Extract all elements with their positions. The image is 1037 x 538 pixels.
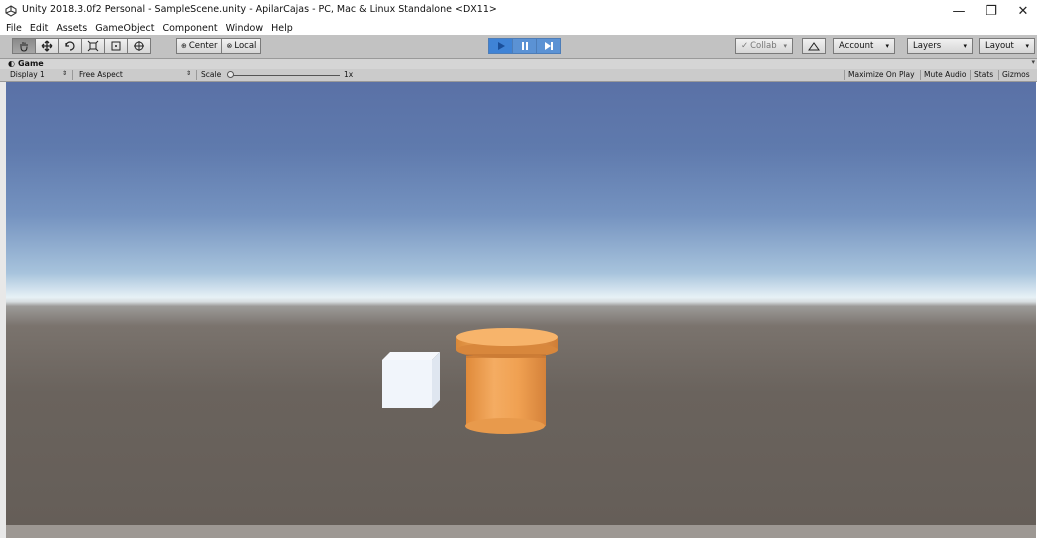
- scale-slider-handle[interactable]: [227, 71, 234, 78]
- collab-icon: ✓: [741, 41, 749, 51]
- scale-icon: [87, 40, 99, 52]
- mute-audio-toggle[interactable]: Mute Audio: [920, 70, 969, 80]
- layout-label: Layout: [985, 41, 1014, 51]
- chevron-down-icon: ▾: [1025, 42, 1029, 50]
- transform-tool-button[interactable]: [127, 38, 151, 54]
- menu-bar: File Edit Assets GameObject Component Wi…: [0, 22, 1037, 35]
- chevron-down-icon: ▾: [885, 42, 889, 50]
- layout-dropdown[interactable]: Layout ▾: [979, 38, 1035, 54]
- menu-file[interactable]: File: [6, 23, 22, 34]
- display-dropdown[interactable]: Display 1: [10, 70, 45, 79]
- gizmos-toggle[interactable]: Gizmos: [998, 70, 1033, 80]
- rotate-icon: [65, 41, 75, 51]
- close-button[interactable]: ✕: [1008, 2, 1037, 20]
- main-toolbar: ⊕ Center ⊗ Local ✓ Collab ▾ Account ▾ Layers ▾…: [0, 35, 1037, 59]
- chevron-down-icon: ▾: [783, 42, 787, 50]
- layers-dropdown[interactable]: Layers ▾: [907, 38, 973, 54]
- move-icon: [41, 40, 53, 52]
- game-icon: ◐: [8, 59, 15, 68]
- collab-dropdown[interactable]: ✓ Collab ▾: [735, 38, 793, 54]
- cloud-icon: [808, 41, 820, 50]
- unity-logo-icon: [5, 5, 17, 17]
- account-label: Account: [839, 41, 874, 51]
- step-button[interactable]: [536, 38, 561, 54]
- rect-tool-button[interactable]: [104, 38, 128, 54]
- scale-slider-track[interactable]: [232, 75, 340, 76]
- pivot-controls: ⊕ Center ⊗ Local: [176, 38, 262, 55]
- pivot-mode-label: Center: [188, 41, 218, 51]
- viewport-bottom-strip: [6, 525, 1036, 538]
- collab-label: Collab: [750, 41, 777, 51]
- scale-tool-button[interactable]: [81, 38, 105, 54]
- transform-tools: [12, 38, 151, 55]
- pause-icon: [521, 42, 528, 50]
- account-dropdown[interactable]: Account ▾: [833, 38, 895, 54]
- menu-window[interactable]: Window: [226, 23, 263, 34]
- aspect-dropdown[interactable]: Free Aspect: [79, 70, 123, 79]
- hand-tool-button[interactable]: [12, 38, 36, 54]
- restore-button[interactable]: ❐: [976, 2, 1006, 20]
- menu-help[interactable]: Help: [271, 23, 293, 34]
- game-view-toolbar: Display 1 ⇕ Free Aspect ⇕ Scale 1x Maxim…: [0, 69, 1037, 82]
- chevron-updown-icon: ⇕: [62, 70, 68, 77]
- pivot-mode-button[interactable]: ⊕ Center: [176, 38, 223, 54]
- maximize-on-play-toggle[interactable]: Maximize On Play: [844, 70, 918, 80]
- transform-icon: [134, 41, 144, 51]
- menu-assets[interactable]: Assets: [56, 23, 87, 34]
- tab-bar: ◐ Game ▾: [0, 58, 1037, 69]
- menu-gameobject[interactable]: GameObject: [95, 23, 154, 34]
- game-viewport[interactable]: [6, 82, 1036, 526]
- menu-component[interactable]: Component: [162, 23, 217, 34]
- separator: [196, 70, 197, 80]
- step-icon: [544, 42, 553, 50]
- pivot-rotation-label: Local: [234, 41, 257, 51]
- tab-menu-icon[interactable]: ▾: [1031, 58, 1035, 66]
- playback-controls: [488, 38, 561, 54]
- stats-toggle[interactable]: Stats: [970, 70, 996, 80]
- cylinder-object: [456, 328, 558, 434]
- chevron-down-icon: ▾: [963, 42, 967, 50]
- window-title: Unity 2018.3.0f2 Personal - SampleScene.…: [22, 4, 497, 15]
- global-icon: ⊗: [226, 42, 233, 50]
- cloud-button[interactable]: [802, 38, 826, 54]
- move-tool-button[interactable]: [35, 38, 59, 54]
- rect-icon: [111, 41, 121, 51]
- chevron-updown-icon: ⇕: [186, 70, 192, 77]
- tab-game-label: Game: [17, 59, 44, 68]
- pivot-icon: ⊕: [181, 42, 187, 50]
- scale-value: 1x: [344, 70, 354, 79]
- pivot-rotation-button[interactable]: ⊗ Local: [221, 38, 262, 54]
- title-bar: Unity 2018.3.0f2 Personal - SampleScene.…: [0, 0, 1037, 22]
- layers-label: Layers: [913, 41, 942, 51]
- rotate-tool-button[interactable]: [58, 38, 82, 54]
- minimize-button[interactable]: —: [944, 2, 974, 20]
- play-icon: [497, 42, 505, 50]
- pause-button[interactable]: [512, 38, 537, 54]
- scale-label: Scale: [201, 70, 222, 79]
- cube-object: [382, 352, 440, 408]
- play-button[interactable]: [488, 38, 513, 54]
- menu-edit[interactable]: Edit: [30, 23, 48, 34]
- tab-game[interactable]: ◐ Game: [8, 59, 44, 68]
- separator: [72, 70, 73, 80]
- hand-icon: [20, 42, 28, 52]
